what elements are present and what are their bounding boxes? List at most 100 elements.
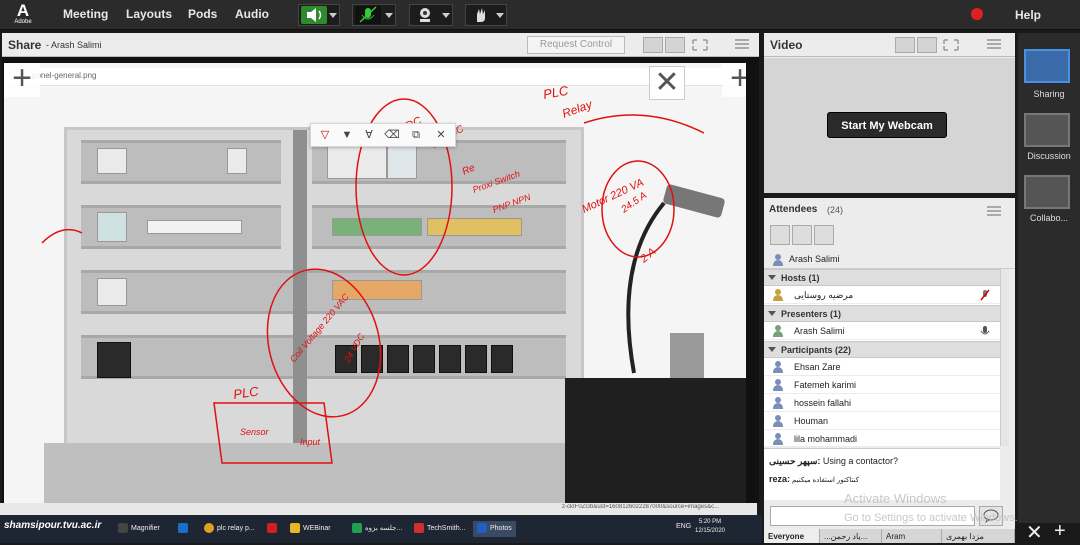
chat-tab-everyone[interactable]: Everyone xyxy=(764,529,820,543)
chat-tab[interactable]: مزدا بهمری xyxy=(942,529,1015,543)
pointer-tool-icon[interactable]: ▽ xyxy=(317,128,333,143)
pod-menu-icon[interactable] xyxy=(735,39,749,49)
attendees-title: Attendees xyxy=(769,204,818,215)
annotation-text: PNP NPN xyxy=(491,192,532,215)
expand-view-icon[interactable] xyxy=(792,225,812,245)
black-overlay-region xyxy=(565,378,746,503)
attendee-scrollbar[interactable] xyxy=(1000,269,1009,446)
language-indicator[interactable]: ENG xyxy=(676,523,691,530)
menu-meeting[interactable]: Meeting xyxy=(63,7,108,21)
chat-message: reza: کنتاکتور استفاده میکنیم xyxy=(769,474,859,484)
filmstrip-view-icon[interactable] xyxy=(917,37,937,53)
layout-collaboration-thumb[interactable] xyxy=(1024,175,1070,209)
help-menu[interactable]: Help xyxy=(1015,8,1041,22)
view-full-icon[interactable] xyxy=(665,37,685,53)
microphone-button[interactable] xyxy=(352,4,396,26)
chat-tab[interactable]: Aram xyxy=(882,529,942,543)
close-icon[interactable]: ✕ xyxy=(1026,520,1043,545)
annotation-text: 2 A xyxy=(637,246,658,266)
webcam-area: Start My Webcam xyxy=(764,58,1015,193)
speaker-icon xyxy=(301,6,327,24)
menu-pods[interactable]: Pods xyxy=(188,7,217,21)
taskbar-app-red[interactable] xyxy=(267,521,280,537)
fullscreen-icon[interactable] xyxy=(690,37,710,53)
presenters-group-header[interactable]: Presenters (1) xyxy=(764,305,1000,322)
taskbar-app-techsmith[interactable]: TechSmith... xyxy=(414,521,466,537)
taskbar-app-outlook[interactable] xyxy=(178,521,191,537)
taskbar-app-webinar[interactable]: WEBinar xyxy=(290,521,331,537)
user-icon xyxy=(772,361,784,373)
host-icon xyxy=(772,289,784,301)
chat-tabs: Everyone ...یاد رحمن... Aram مزدا بهمری xyxy=(764,529,1015,543)
attendee-view-options xyxy=(770,225,834,245)
chat-message: سپهر حسینی: Using a contactor? xyxy=(769,456,898,466)
chevron-down-icon[interactable] xyxy=(496,13,504,18)
list-item[interactable]: مرضیه روستایی xyxy=(764,286,1000,304)
eraser-tool-icon[interactable]: ⌫ xyxy=(384,128,400,143)
chevron-down-icon[interactable] xyxy=(385,13,393,18)
hosts-group-header[interactable]: Hosts (1) xyxy=(764,269,1000,286)
url-strip: z-ckIF0ZGb&ust=1608126022287000&source=i… xyxy=(0,503,757,515)
list-item[interactable]: Ehsan Zare xyxy=(764,358,1000,376)
webcam-button[interactable] xyxy=(409,4,453,26)
pod-menu-icon[interactable] xyxy=(987,206,1001,216)
attendees-count: (24) xyxy=(827,205,844,215)
pencil-tool-icon[interactable]: ▼ xyxy=(339,128,355,143)
participants-group-header[interactable]: Participants (22) xyxy=(764,341,1000,358)
activate-windows-watermark: Activate Windows xyxy=(844,491,947,506)
view-fit-icon[interactable] xyxy=(643,37,663,53)
taskbar-app-photos[interactable]: Photos xyxy=(473,521,516,537)
list-item[interactable]: Fatemeh karimi xyxy=(764,376,1000,394)
pod-menu-icon[interactable] xyxy=(987,39,1001,49)
user-icon xyxy=(772,254,784,266)
copy-tool-icon[interactable]: ⧉ xyxy=(408,128,424,143)
attendee-list: Hosts (1) مرضیه روستایی Presenters (1) A… xyxy=(764,269,1000,446)
recording-indicator-icon[interactable] xyxy=(971,8,983,20)
layout-sharing-label: Sharing xyxy=(1033,89,1065,99)
presenter-icon xyxy=(772,325,784,337)
share-pod-title: Share xyxy=(8,38,42,52)
taskbar-app-chrome[interactable]: plc relay p... xyxy=(204,521,255,537)
annotation-toolbar: ▽ ▼ ∀ ⌫ ⧉ ✕ xyxy=(310,123,456,147)
raise-hand-icon xyxy=(468,6,494,24)
add-icon[interactable]: + xyxy=(1054,520,1066,543)
layout-discussion-label: Discussion xyxy=(1027,151,1071,161)
current-user-row[interactable]: Arash Salimi xyxy=(764,250,1015,269)
chevron-down-icon[interactable] xyxy=(442,13,450,18)
site-watermark: shamsipour.tvu.ac.ir xyxy=(4,520,102,531)
user-icon xyxy=(772,379,784,391)
status-view-icon[interactable] xyxy=(814,225,834,245)
annotation-text: Re xyxy=(461,162,478,178)
raise-hand-button[interactable] xyxy=(465,4,507,26)
chat-tab[interactable]: ...یاد رحمن... xyxy=(820,529,882,543)
activate-windows-watermark: Go to Settings to activate Windows. xyxy=(844,512,1018,524)
list-view-icon[interactable] xyxy=(770,225,790,245)
request-control-button[interactable]: Request Control xyxy=(527,36,625,54)
list-item[interactable]: Houman xyxy=(764,412,1000,430)
grid-view-icon[interactable] xyxy=(895,37,915,53)
list-item[interactable]: hossein fallahi xyxy=(764,394,1000,412)
annotation-text: Relay xyxy=(560,97,595,121)
taskbar-app-meeting[interactable]: جلسه بزوه... xyxy=(352,521,402,537)
taskbar-app-magnifier[interactable]: Magnifier xyxy=(118,521,160,537)
share-presenter-name: - Arash Salimi xyxy=(46,40,102,50)
close-icon[interactable]: ✕ xyxy=(433,128,449,143)
menu-layouts[interactable]: Layouts xyxy=(126,7,172,21)
fullscreen-icon[interactable] xyxy=(941,37,961,53)
annotation-text: Input xyxy=(300,437,321,447)
layouts-sidebar: Sharing Discussion Collabo... xyxy=(1018,33,1080,523)
list-item[interactable]: Arash Salimi xyxy=(764,322,1000,340)
adobe-logo: A Adobe xyxy=(14,1,32,25)
speaker-button[interactable] xyxy=(298,4,340,26)
list-item[interactable]: lila mohammadi xyxy=(764,430,1000,446)
menu-audio[interactable]: Audio xyxy=(235,7,269,21)
taskbar-clock[interactable]: 5:20 PM 12/15/2020 xyxy=(692,518,728,536)
annotation-text: Sensor xyxy=(240,427,270,437)
highlighter-tool-icon[interactable]: ∀ xyxy=(361,128,377,143)
chevron-down-icon[interactable] xyxy=(329,13,337,18)
start-webcam-button[interactable]: Start My Webcam xyxy=(827,112,947,138)
top-menu-bar: A Adobe Meeting Layouts Pods Audio Help xyxy=(0,0,1080,30)
layout-sharing-thumb[interactable] xyxy=(1024,49,1070,83)
mic-muted-icon xyxy=(980,289,990,301)
layout-discussion-thumb[interactable] xyxy=(1024,113,1070,147)
